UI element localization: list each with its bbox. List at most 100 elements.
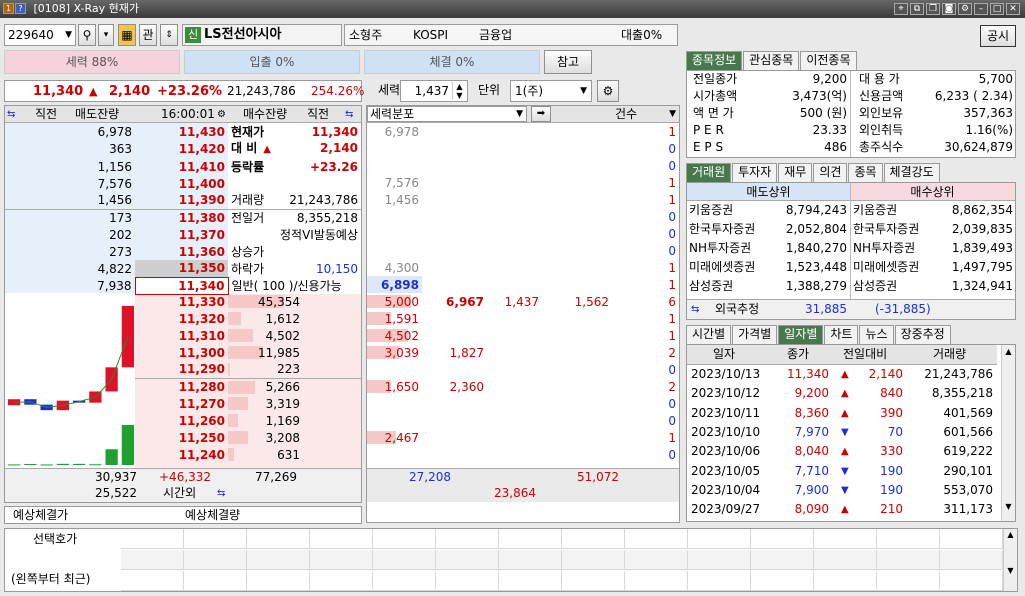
- swap-icon[interactable]: ⇆: [345, 106, 353, 123]
- updown-icon[interactable]: ⇕: [160, 24, 178, 46]
- unit-select[interactable]: 1(주) ▼: [510, 80, 592, 102]
- spin-icon[interactable]: ▲ ▼: [452, 82, 466, 100]
- info-label: 전일거: [231, 210, 265, 225]
- force-select[interactable]: 세력분포 ▼: [367, 106, 527, 122]
- ask-row[interactable]: 7,576 11,400: [5, 175, 361, 192]
- tab-opinion[interactable]: 의견: [813, 163, 848, 182]
- copy-icon[interactable]: ❐: [926, 3, 940, 15]
- ask-price[interactable]: 11,410: [135, 158, 228, 175]
- tab-watchlist[interactable]: 관심종목: [743, 51, 800, 70]
- info-value: 11,340: [311, 124, 358, 139]
- minimize-icon[interactable]: –: [974, 3, 988, 15]
- tab-stock-info[interactable]: 종목정보: [686, 51, 743, 70]
- prev-ask-cell: [5, 243, 65, 260]
- ask-row[interactable]: 363 11,420 대 비 ▲ 2,140: [5, 140, 361, 158]
- bid-price[interactable]: 11,300: [135, 344, 228, 361]
- close-icon[interactable]: ✕: [1006, 3, 1020, 15]
- ask-price[interactable]: 11,350: [135, 260, 228, 277]
- force-stepper[interactable]: 1,437 ▲ ▼: [400, 80, 468, 102]
- bid-price[interactable]: 11,320: [135, 310, 228, 327]
- ask-price[interactable]: 11,400: [135, 175, 228, 192]
- ask-price[interactable]: 11,370: [135, 226, 228, 243]
- ask-price[interactable]: 11,390: [135, 192, 228, 210]
- ask-row[interactable]: 173 11,380 전일거 8,355,218: [5, 209, 361, 226]
- quote-grid-cell: [751, 529, 814, 549]
- dropdown-icon[interactable]: ▾: [98, 24, 114, 46]
- arrow-right-icon[interactable]: ➡: [531, 106, 551, 122]
- bid-row[interactable]: 11,310 4,502: [135, 327, 361, 344]
- bid-price[interactable]: 11,280: [135, 378, 228, 395]
- maximize-icon[interactable]: □: [990, 3, 1004, 15]
- chevron-down-icon[interactable]: ▼: [65, 27, 72, 44]
- disclosure-button[interactable]: 공시: [980, 25, 1016, 47]
- swap-icon[interactable]: ⇆: [7, 106, 15, 123]
- prev-bid-cell: [303, 395, 361, 412]
- bid-row[interactable]: 11,240 631: [135, 446, 361, 463]
- tab-daily[interactable]: 일자별: [778, 325, 824, 344]
- bid-row[interactable]: 11,300 11,985: [135, 344, 361, 361]
- tab-news[interactable]: 뉴스: [859, 325, 894, 344]
- ask-row[interactable]: 273 11,360 상승가: [5, 243, 361, 260]
- help-icon[interactable]: ?: [15, 3, 26, 14]
- bid-price[interactable]: 11,240: [135, 446, 228, 463]
- ask-price[interactable]: 11,340: [134, 276, 229, 295]
- window-title: [0108] X-Ray 현재가: [33, 2, 140, 15]
- ask-row[interactable]: 202 11,370 정적VI발동예상: [5, 226, 361, 243]
- ask-row[interactable]: 6,978 11,430 현재가 11,340: [5, 123, 361, 140]
- bid-price[interactable]: 11,290: [135, 361, 228, 379]
- tab-chart[interactable]: 차트: [824, 325, 859, 344]
- stock-code-input[interactable]: 229640 ▼: [4, 24, 76, 46]
- tab-finance[interactable]: 재무: [778, 163, 813, 182]
- tab-stock[interactable]: 종목: [848, 163, 883, 182]
- daily-scrollbar[interactable]: ▲ ▼: [1001, 345, 1015, 521]
- bid-price[interactable]: 11,250: [135, 429, 228, 446]
- bid-row[interactable]: 11,290 223: [135, 361, 361, 379]
- scrollbar[interactable]: ▲ ▼: [1003, 529, 1017, 591]
- chevron-down-icon[interactable]: ▼: [516, 106, 523, 123]
- bid-row[interactable]: 11,260 1,169: [135, 412, 361, 429]
- ask-row[interactable]: 1,156 11,410 등락률 +23.26: [5, 158, 361, 175]
- recent-order-label: (왼쪽부터 최근): [11, 572, 91, 586]
- reference-button[interactable]: 참고: [544, 50, 592, 74]
- tab-broker[interactable]: 거래원: [686, 163, 732, 182]
- bid-row[interactable]: 11,270 3,319: [135, 395, 361, 412]
- bid-row[interactable]: 11,320 1,612: [135, 310, 361, 327]
- force-value: 1,437: [414, 84, 449, 98]
- ask-row[interactable]: 1,456 11,390 거래량 21,243,786: [5, 192, 361, 210]
- broker-panel: 매도상위 매수상위 키움증권 8,794,243 키움증권 8,862,354 한…: [686, 182, 1016, 320]
- bid-row[interactable]: 11,250 3,208: [135, 429, 361, 446]
- tab-previous[interactable]: 이전종목: [800, 51, 857, 70]
- pin-icon[interactable]: ⌖: [894, 3, 908, 15]
- tab-investor[interactable]: 투자자: [732, 163, 778, 182]
- bid-row[interactable]: 11,330 45,354: [135, 293, 361, 310]
- chevron-down-icon[interactable]: ▼: [580, 83, 587, 100]
- camera-icon[interactable]: ◙: [942, 3, 956, 15]
- bid-price[interactable]: 11,310: [135, 327, 228, 344]
- ask-price[interactable]: 11,420: [135, 140, 228, 158]
- link-icon[interactable]: ⧉: [910, 3, 924, 15]
- kwan-button[interactable]: 관: [139, 24, 157, 46]
- search-icon[interactable]: ⚲: [78, 24, 96, 46]
- bid-row[interactable]: 11,280 5,266: [135, 378, 361, 395]
- daily-close: 7,900: [794, 482, 829, 497]
- swap-icon[interactable]: ⇆: [217, 485, 225, 502]
- tab-intraday-est[interactable]: 장중추정: [894, 325, 951, 344]
- chevron-down-icon[interactable]: ▼: [669, 106, 676, 123]
- bid-price[interactable]: 11,330: [135, 293, 228, 310]
- bid-price[interactable]: 11,270: [135, 395, 228, 412]
- gear-icon[interactable]: ⚙: [217, 106, 226, 123]
- gear-icon[interactable]: ⚙: [597, 80, 619, 102]
- bid-qty-value: 45,354: [258, 294, 300, 309]
- bid-price[interactable]: 11,260: [135, 412, 228, 429]
- settings-icon[interactable]: ⚙: [958, 3, 972, 15]
- ask-price[interactable]: 11,380: [135, 209, 228, 226]
- ask-row[interactable]: 7,938 11,340 일반( 100 )/신용가능: [5, 276, 361, 295]
- tab-by-price[interactable]: 가격별: [732, 325, 778, 344]
- ask-price[interactable]: 11,430: [135, 123, 228, 140]
- swap-icon[interactable]: ⇆: [691, 301, 699, 318]
- tab-exec-strength[interactable]: 체결강도: [883, 163, 940, 182]
- calendar-icon[interactable]: ▦: [118, 24, 136, 46]
- ask-row[interactable]: 4,822 11,350 하락가 10,150: [5, 260, 361, 277]
- tab-hourly[interactable]: 시간별: [686, 325, 732, 344]
- ask-price[interactable]: 11,360: [135, 243, 228, 260]
